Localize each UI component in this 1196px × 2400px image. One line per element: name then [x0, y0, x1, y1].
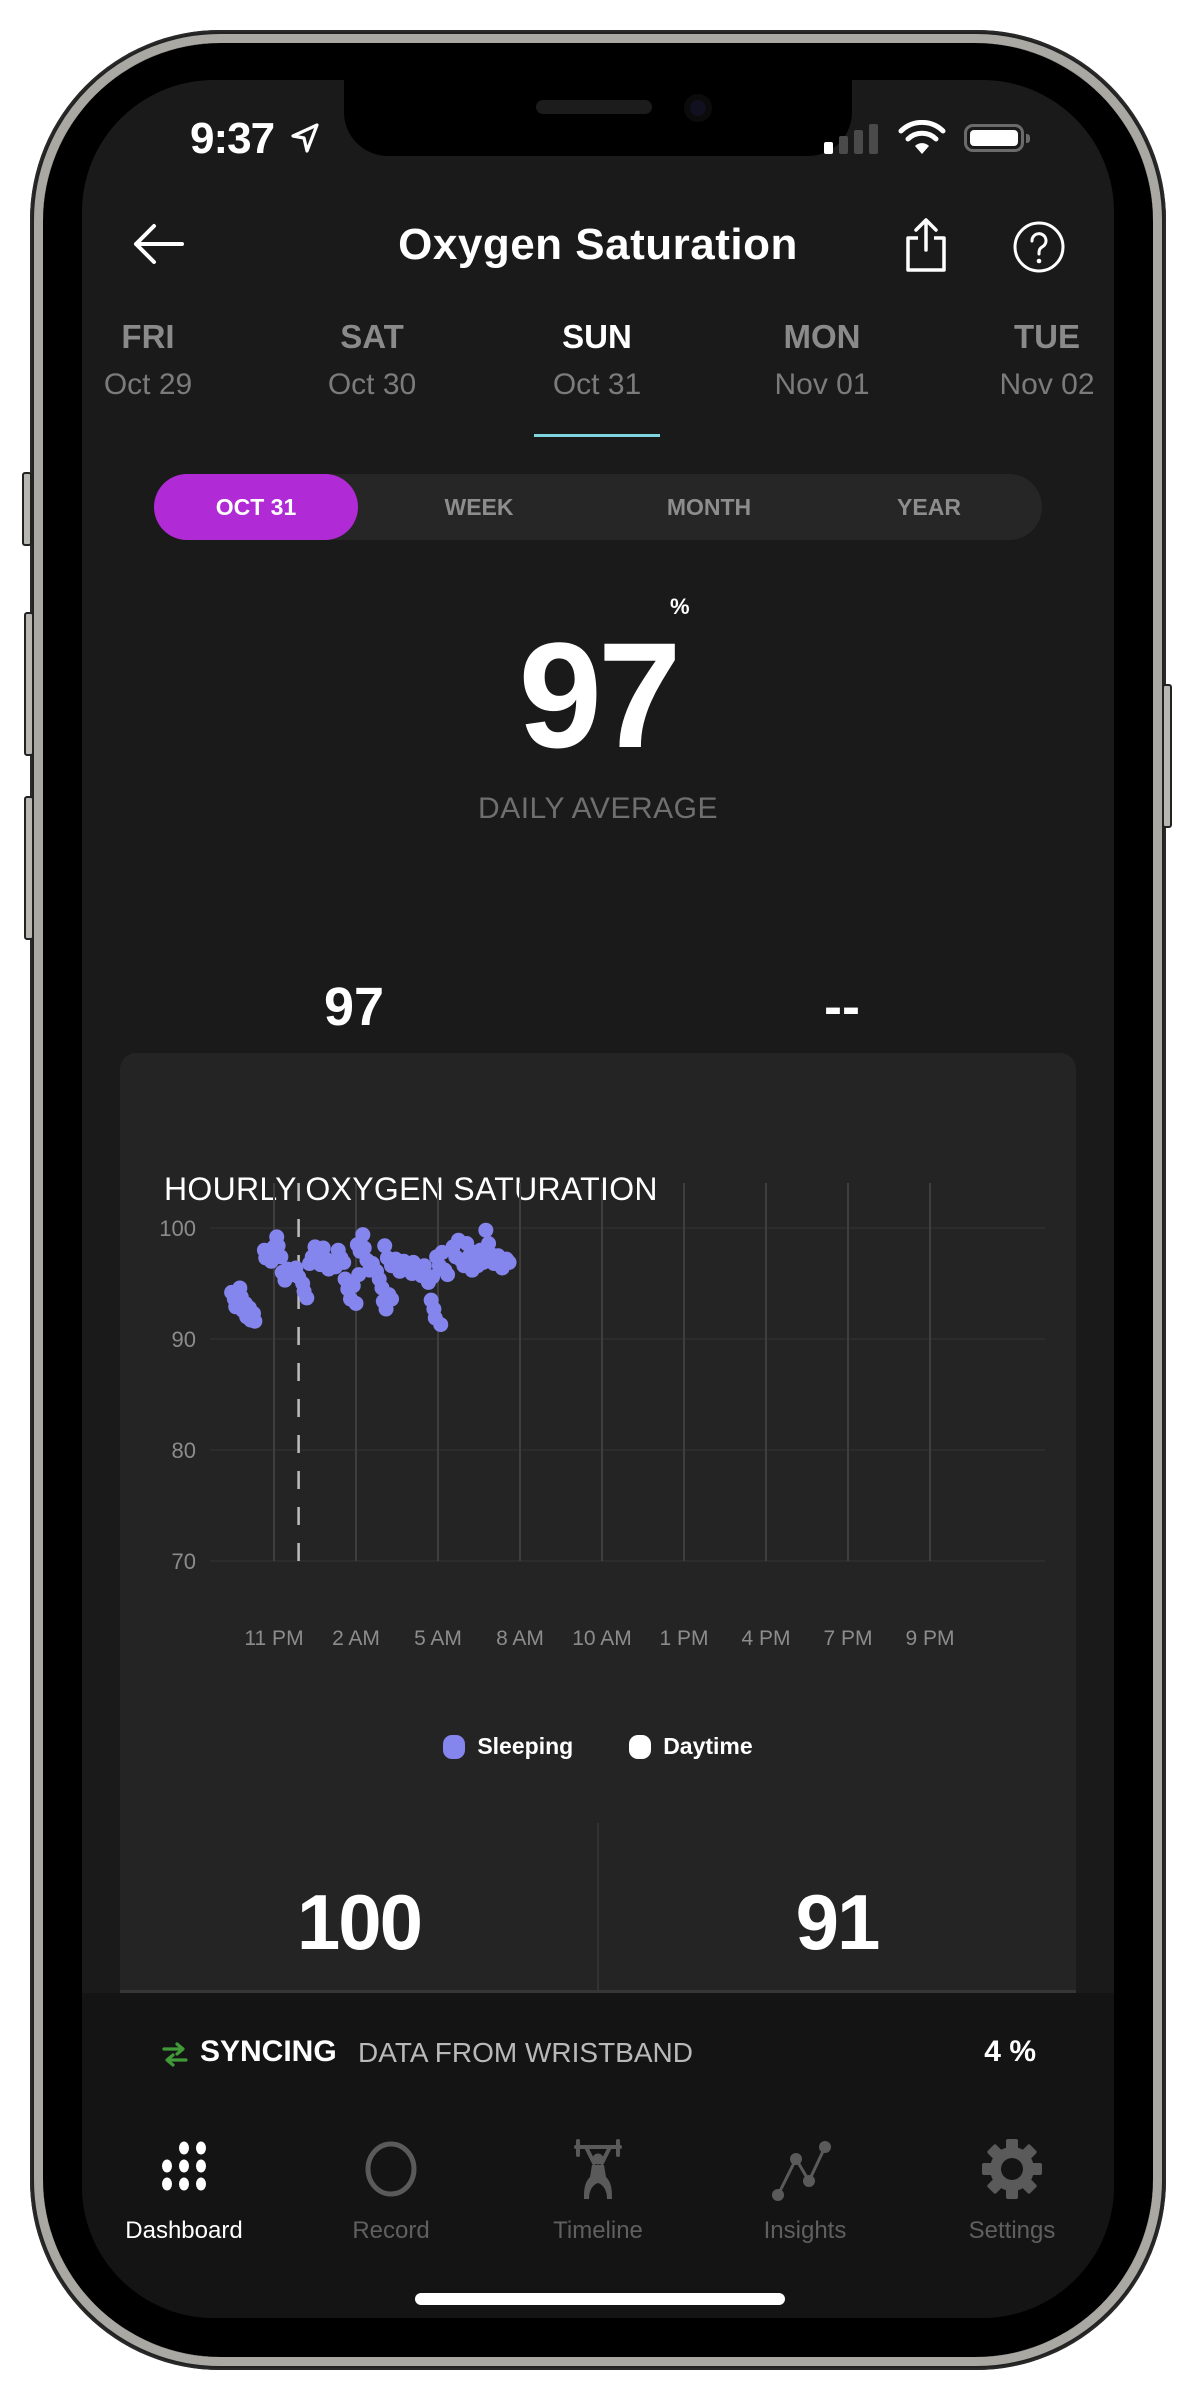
highest-value: 100 [296, 1878, 423, 1966]
sleeping-point [299, 1290, 315, 1306]
mute-switch [22, 472, 32, 546]
page-title: Oxygen Saturation [398, 220, 798, 269]
signal-strength-icon [824, 124, 878, 154]
sleeping-swatch [443, 1734, 466, 1759]
oxygen-scatter-chart: 100 90 80 70 11 PM 2 AM 5 AM 8 AM 10 AM 1 PM 4 PM 7… [159, 1183, 1045, 1650]
x-tick-label: 1 PM [659, 1627, 708, 1650]
dashboard-dots-icon [162, 2141, 206, 2191]
battery-icon [964, 124, 1030, 152]
line-chart-icon [772, 2141, 831, 2201]
legend-sleeping-label: Sleeping [477, 1733, 574, 1759]
vs-baseline-value: -- [824, 977, 860, 1037]
x-tick-label: 9 PM [905, 1627, 954, 1650]
sync-progress-percent: 4 % [984, 2035, 1036, 2068]
y-tick-label: 100 [159, 1216, 196, 1241]
volume-up-button [24, 612, 34, 756]
daily-average-value: 97 [518, 611, 682, 779]
x-tick-label: 8 AM [496, 1627, 544, 1650]
range-segmented-control: OCT 31 WEEK MONTH YEAR [154, 474, 1042, 540]
app-screen: 9:37 Oxygen Saturation FRI Oct 29 SAT Oc… [82, 80, 1114, 2318]
daily-average-label: DAILY AVERAGE [478, 792, 718, 825]
sleeping-point [478, 1222, 494, 1238]
location-arrow-icon [291, 123, 319, 153]
chart-legend: Sleeping Daytime [120, 1733, 1076, 1760]
baseline-value: 97 [323, 977, 385, 1037]
tab-settings[interactable]: Settings [932, 2133, 1092, 2245]
help-button[interactable] [1012, 220, 1066, 274]
front-camera [684, 94, 712, 122]
legend-daytime-label: Daytime [663, 1733, 753, 1759]
home-indicator[interactable] [415, 2293, 785, 2305]
y-tick-label: 80 [172, 1438, 196, 1463]
range-tab-week[interactable]: WEEK [374, 474, 584, 540]
range-tab-day[interactable]: OCT 31 [154, 474, 358, 540]
x-tick-label: 11 PM [244, 1627, 303, 1650]
record-circle-icon [365, 2141, 417, 2197]
x-tick-label: 7 PM [823, 1627, 872, 1650]
range-tab-year[interactable]: YEAR [824, 474, 1034, 540]
day-tue[interactable]: TUE Nov 02 [967, 318, 1114, 402]
sleeping-point [440, 1267, 456, 1283]
power-button [1162, 684, 1172, 828]
tab-settings-label: Settings [968, 2217, 1056, 2244]
day-mon[interactable]: MON Nov 01 [742, 318, 902, 402]
volume-down-button [24, 796, 34, 940]
hourly-chart-card: HOURLY OXYGEN SATURATION 100 90 80 70 11 PM 2… [120, 1053, 1076, 2019]
tab-dashboard-label: Dashboard [125, 2217, 243, 2244]
day-sun[interactable]: SUN Oct 31 [517, 318, 677, 402]
day-fri[interactable]: FRI Oct 29 [82, 318, 228, 402]
selected-day-indicator [534, 434, 660, 437]
day-sat[interactable]: SAT Oct 30 [292, 318, 452, 402]
unit-percent: % [670, 594, 690, 619]
x-tick-label: 2 AM [332, 1627, 380, 1650]
tab-record-label: Record [352, 2217, 430, 2244]
sleeping-point [336, 1254, 352, 1270]
gear-icon [982, 2139, 1042, 2199]
sleeping-point [348, 1295, 364, 1311]
y-tick-label: 90 [172, 1327, 196, 1352]
sleeping-point [433, 1317, 449, 1333]
sync-status-bar: SYNCING DATA FROM WRISTBAND 4 % [82, 1993, 1114, 2113]
legend-daytime: Daytime [629, 1733, 753, 1760]
legend-sleeping: Sleeping [443, 1733, 573, 1760]
status-time: 9:37 [190, 114, 275, 163]
day-selector: FRI Oct 29 SAT Oct 30 SUN Oct 31 MON Nov… [82, 318, 1114, 438]
sleeping-point [247, 1313, 263, 1329]
tab-record[interactable]: Record [311, 2133, 471, 2245]
sync-status-text: DATA FROM WRISTBAND [358, 2037, 693, 2068]
bottom-tab-bar: Dashboard Record Timeline Insights Setti… [82, 2113, 1114, 2318]
range-tab-month[interactable]: MONTH [594, 474, 824, 540]
daytime-swatch [629, 1734, 652, 1759]
sync-arrows-icon [162, 2042, 188, 2067]
tab-timeline[interactable]: Timeline [518, 2133, 678, 2245]
sleeping-point [355, 1227, 371, 1243]
x-tick-label: 4 PM [741, 1627, 790, 1650]
tab-timeline-label: Timeline [553, 2217, 643, 2244]
sleeping-point [384, 1291, 400, 1307]
x-tick-label: 10 AM [572, 1627, 632, 1650]
tab-dashboard[interactable]: Dashboard [104, 2133, 264, 2245]
x-tick-label: 5 AM [414, 1627, 462, 1650]
share-button[interactable] [904, 216, 948, 274]
tab-insights[interactable]: Insights [725, 2133, 885, 2245]
notch [344, 80, 852, 156]
sleeping-point [501, 1254, 517, 1270]
weightlifter-icon [574, 2139, 622, 2199]
sync-status-strong: SYNCING [200, 2035, 337, 2068]
y-tick-label: 70 [172, 1549, 196, 1574]
wifi-icon [898, 120, 946, 154]
lowest-value: 91 [795, 1878, 881, 1966]
speaker-grille [536, 100, 652, 114]
tab-insights-label: Insights [763, 2217, 847, 2244]
